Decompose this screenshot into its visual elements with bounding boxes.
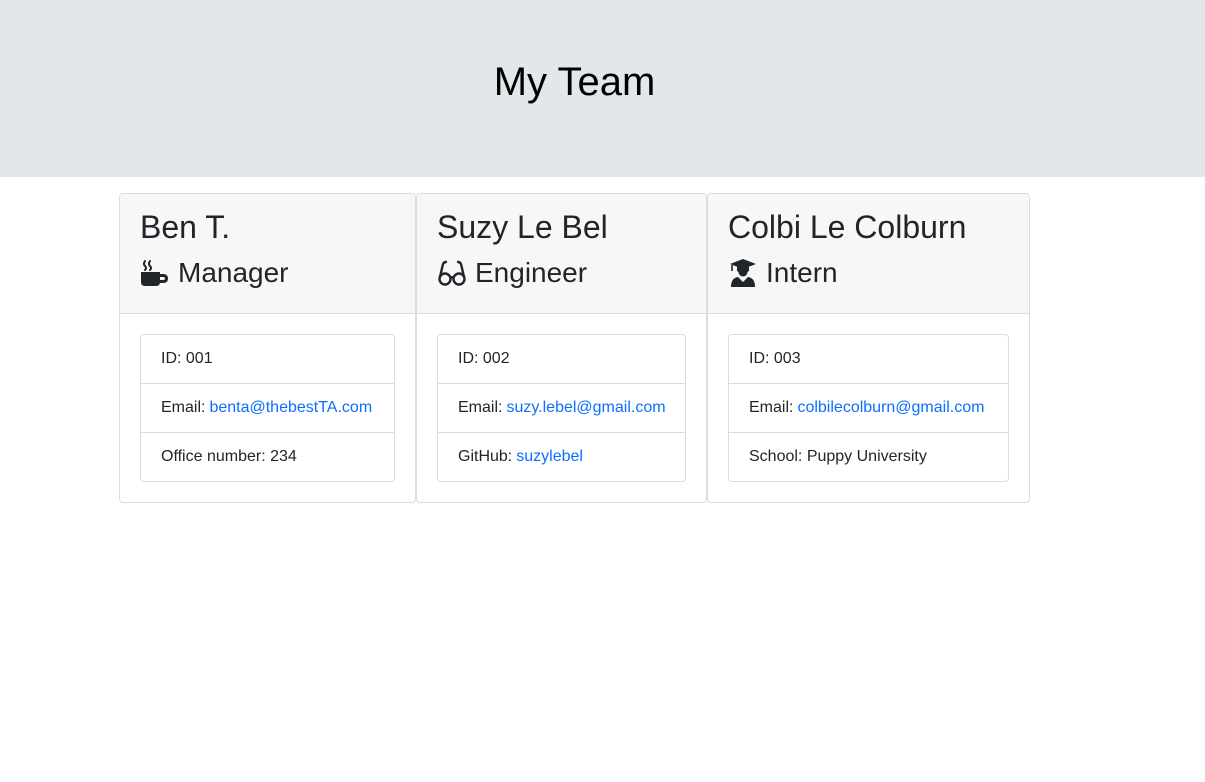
- card-header: Suzy Le Bel Engineer: [417, 194, 706, 314]
- card-header: Colbi Le Colburn Intern: [708, 194, 1029, 314]
- list-item-email: Email: benta@thebestTA.com: [141, 384, 394, 433]
- email-link[interactable]: colbilecolburn@gmail.com: [797, 399, 984, 417]
- employee-role: Manager: [140, 256, 289, 290]
- office-number-text: Office number: 234: [161, 448, 297, 465]
- email-label: Email:: [458, 399, 503, 416]
- email-link[interactable]: suzy.lebel@gmail.com: [506, 399, 665, 417]
- id-text: ID: 003: [749, 350, 801, 367]
- graduate-icon: [728, 258, 758, 288]
- employee-card-engineer: Suzy Le Bel Engineer ID: 002 Email: suzy…: [416, 193, 707, 503]
- employee-name: Colbi Le Colburn: [728, 209, 967, 245]
- list-item-email: Email: colbilecolburn@gmail.com: [729, 384, 1008, 433]
- list-item-office: Office number: 234: [141, 433, 394, 481]
- list-item-id: ID: 002: [438, 335, 685, 384]
- card-header: Ben T. Manager: [120, 194, 415, 314]
- employee-name: Suzy Le Bel: [437, 209, 608, 245]
- list-item-email: Email: suzy.lebel@gmail.com: [438, 384, 685, 433]
- list-item-id: ID: 001: [141, 335, 394, 384]
- email-link[interactable]: benta@thebestTA.com: [209, 399, 372, 417]
- employee-role: Engineer: [437, 256, 587, 290]
- id-text: ID: 001: [161, 350, 213, 367]
- role-label: Manager: [178, 257, 289, 288]
- list-item-id: ID: 003: [729, 335, 1008, 384]
- page-title: My Team: [493, 60, 656, 104]
- glasses-icon: [437, 258, 467, 288]
- employee-details-list: ID: 003 Email: colbilecolburn@gmail.com …: [728, 334, 1009, 482]
- employee-role: Intern: [728, 256, 838, 290]
- list-item-school: School: Puppy University: [729, 433, 1008, 481]
- role-label: Intern: [766, 257, 838, 288]
- header-jumbotron: My Team: [0, 0, 1205, 177]
- employee-card-manager: Ben T. Manager ID: 001 Email: benta@theb…: [119, 193, 416, 503]
- employee-card-intern: Colbi Le Colburn Intern ID: 003 Email: c…: [707, 193, 1030, 503]
- list-item-github: GitHub: suzylebel: [438, 433, 685, 481]
- github-link[interactable]: suzylebel: [516, 448, 583, 466]
- school-text: School: Puppy University: [749, 448, 927, 465]
- github-label: GitHub:: [458, 448, 513, 465]
- employee-details-list: ID: 002 Email: suzy.lebel@gmail.com GitH…: [437, 334, 686, 482]
- role-label: Engineer: [475, 257, 588, 288]
- employee-name: Ben T.: [140, 209, 231, 245]
- employee-details-list: ID: 001 Email: benta@thebestTA.com Offic…: [140, 334, 395, 482]
- email-label: Email:: [161, 399, 206, 416]
- id-text: ID: 002: [458, 350, 510, 367]
- email-label: Email:: [749, 399, 794, 416]
- coffee-mug-icon: [140, 258, 170, 288]
